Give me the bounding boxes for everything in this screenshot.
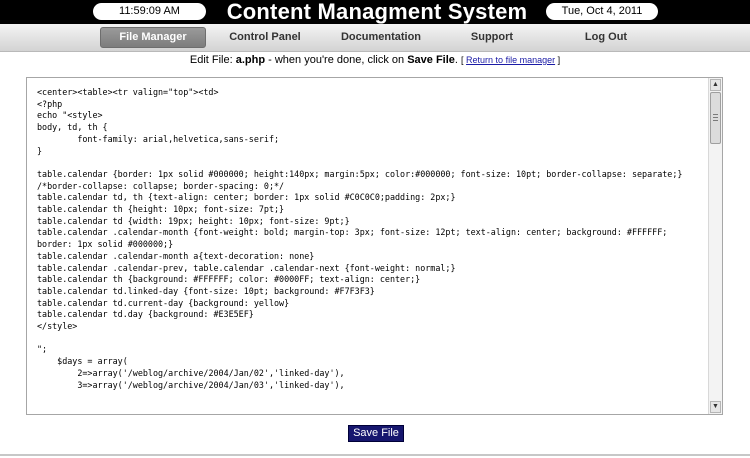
edit-prefix: Edit File:	[189, 54, 236, 66]
nav-log-out[interactable]: Log Out	[570, 27, 642, 48]
save-file-button[interactable]: Save File	[348, 425, 404, 442]
editor-scrollbar[interactable]: ▲ ▼	[708, 78, 722, 414]
scroll-down-arrow-icon[interactable]: ▼	[710, 401, 721, 413]
grip-line	[713, 117, 718, 118]
edit-middle: - when you're done, click on	[265, 54, 408, 66]
nav-documentation[interactable]: Documentation	[328, 27, 434, 48]
edit-instructions: Edit File: a.php - when you're done, cli…	[0, 53, 750, 67]
edit-filename: a.php	[235, 54, 266, 66]
date-display: Tue, Oct 4, 2011	[546, 3, 658, 20]
app-title: Content Managment System	[226, 0, 528, 24]
nav-file-manager[interactable]: File Manager	[100, 27, 206, 48]
bottom-divider	[0, 454, 750, 456]
clock-display: 11:59:09 AM	[93, 3, 206, 20]
header-bar: 11:59:09 AM Content Managment System Tue…	[0, 0, 750, 24]
file-editor: <center><table><tr valign="top"><td> <?p…	[26, 77, 723, 415]
return-bracket-close: ]	[555, 55, 561, 65]
scroll-thumb[interactable]	[710, 92, 721, 144]
edit-action: Save File	[407, 54, 455, 66]
return-to-file-manager-link[interactable]: Return to file manager	[466, 55, 555, 65]
main-nav: File Manager Control Panel Documentation…	[0, 24, 750, 52]
code-textarea[interactable]: <center><table><tr valign="top"><td> <?p…	[27, 78, 709, 414]
scroll-up-arrow-icon[interactable]: ▲	[710, 79, 721, 91]
nav-support[interactable]: Support	[456, 27, 528, 48]
nav-control-panel[interactable]: Control Panel	[215, 27, 315, 48]
grip-line	[713, 120, 718, 121]
grip-line	[713, 114, 718, 115]
